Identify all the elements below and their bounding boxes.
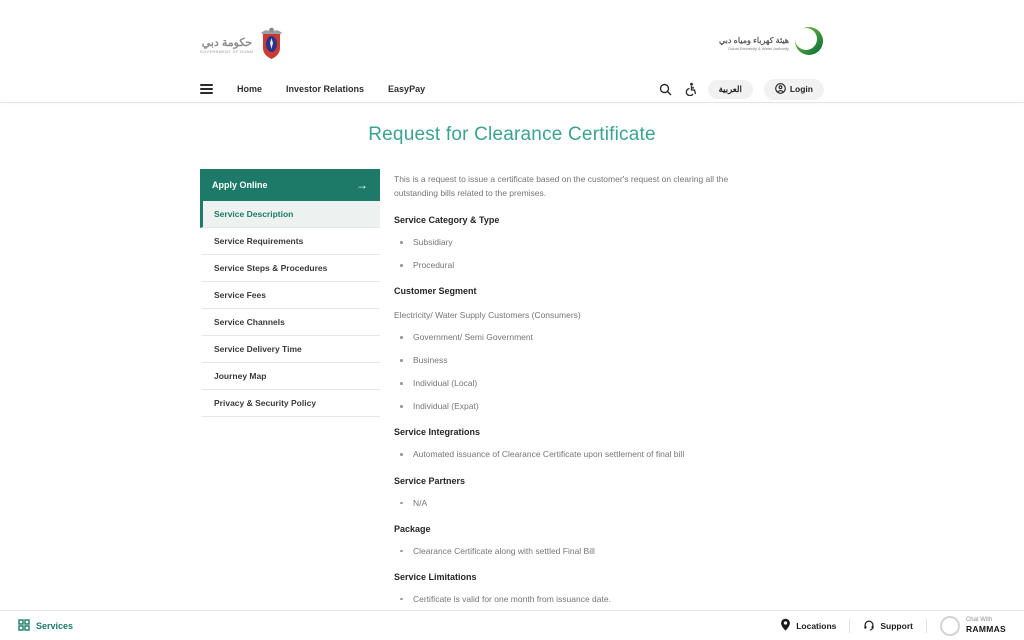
service-partners-list: N/A	[394, 498, 760, 509]
main-content: Request for Clearance Certificate Apply …	[0, 103, 1024, 610]
site-header: حكومة دبي GOVERNMENT OF DUBAI هيئة كهربا…	[0, 0, 1024, 102]
list-item: Individual (Expat)	[394, 401, 760, 412]
list-item: N/A	[394, 498, 760, 509]
apply-online-label: Apply Online	[212, 180, 268, 190]
chat-with-label: Chat With	[965, 616, 993, 623]
sidebar-item-service-steps-procedures[interactable]: Service Steps & Procedures	[200, 255, 380, 282]
rammas-text: Chat With RAMMAS	[966, 617, 1006, 634]
sidebar-item-service-fees[interactable]: Service Fees	[200, 282, 380, 309]
rammas-chat-button[interactable]: Chat With RAMMAS	[939, 615, 1006, 636]
dewa-logo-text: هيئة كهرباء ومياه دبي Dubai Electricity …	[719, 36, 789, 52]
search-icon[interactable]	[659, 83, 672, 96]
footer-separator	[849, 618, 851, 633]
section-heading-service-limitations: Service Limitations	[394, 571, 477, 582]
list-item: Government/ Semi Government	[394, 332, 760, 343]
dewa-logo[interactable]: هيئة كهرباء ومياه دبي Dubai Electricity …	[719, 26, 824, 61]
dubai-crest-icon	[258, 26, 285, 65]
footer-separator	[925, 618, 927, 633]
customer-segment-list: Government/ Semi Government Business Ind…	[394, 332, 760, 412]
section-heading-package: Package	[394, 523, 431, 534]
list-item: Business	[394, 355, 760, 366]
gov-logo-text: حكومة دبي GOVERNMENT OF DUBAI	[200, 37, 254, 54]
headset-icon	[863, 619, 875, 633]
dewa-logo-english: Dubai Electricity & Water Authority	[728, 46, 789, 52]
arrow-right-icon: →	[356, 178, 368, 192]
sidebar-item-service-channels[interactable]: Service Channels	[200, 309, 380, 336]
service-intro-text: This is a request to issue a certificate…	[394, 174, 729, 198]
service-sidebar: Apply Online → Service Description Servi…	[200, 169, 380, 417]
bottom-toolbar: Services Locations Support Chat With RAM…	[0, 610, 1024, 640]
list-item: Clearance Certificate along with settled…	[394, 546, 760, 557]
apply-online-button[interactable]: Apply Online →	[200, 169, 380, 201]
list-item: Automated issuance of Clearance Certific…	[394, 449, 760, 460]
nav-investor-relations[interactable]: Investor Relations	[286, 84, 364, 94]
sidebar-item-service-description[interactable]: Service Description	[200, 201, 380, 228]
nav-easypay[interactable]: EasyPay	[388, 84, 425, 94]
gov-logo-arabic: حكومة دبي	[201, 36, 253, 49]
list-item: Individual (Local)	[394, 378, 760, 389]
service-limitations-list: Certificate is valid for one month from …	[394, 594, 760, 605]
login-label: Login	[789, 84, 813, 94]
hamburger-menu-icon[interactable]	[200, 82, 213, 96]
services-button[interactable]: Services	[18, 618, 74, 633]
support-label: Support	[880, 620, 913, 631]
language-label: العربية	[718, 83, 742, 94]
service-integrations-list: Automated issuance of Clearance Certific…	[394, 449, 760, 460]
login-user-icon	[775, 82, 786, 96]
list-item: Subsidiary	[394, 237, 760, 248]
location-pin-icon	[780, 618, 791, 633]
section-heading-customer-segment: Customer Segment	[394, 286, 477, 297]
main-nav: Home Investor Relations EasyPay العربية	[200, 76, 824, 102]
customer-segment-lead: Electricity/ Water Supply Customers (Con…	[394, 310, 581, 321]
sidebar-item-privacy-security-policy[interactable]: Privacy & Security Policy	[200, 390, 380, 417]
section-heading-category-type: Service Category & Type	[394, 215, 500, 226]
accessibility-icon[interactable]	[683, 82, 697, 96]
language-toggle-arabic[interactable]: العربية	[707, 79, 753, 99]
locations-button[interactable]: Locations	[780, 618, 836, 633]
sidebar-item-journey-map[interactable]: Journey Map	[200, 363, 380, 390]
package-list: Clearance Certificate along with settled…	[394, 546, 760, 557]
category-type-list: Subsidiary Procedural	[394, 237, 760, 271]
sidebar-item-service-delivery-time[interactable]: Service Delivery Time	[200, 336, 380, 363]
section-heading-service-partners: Service Partners	[394, 475, 466, 486]
locations-label: Locations	[796, 620, 837, 631]
rammas-label: RAMMAS	[965, 624, 1006, 634]
services-label: Services	[36, 620, 74, 631]
service-description-content: This is a request to issue a certificate…	[394, 169, 760, 605]
list-item: Procedural	[394, 260, 760, 271]
services-grid-icon	[18, 618, 30, 633]
section-heading-service-integrations: Service Integrations	[394, 427, 481, 438]
support-button[interactable]: Support	[863, 619, 913, 633]
list-item: Certificate is valid for one month from …	[394, 594, 760, 605]
dewa-sphere-icon	[794, 26, 824, 61]
sidebar-item-service-requirements[interactable]: Service Requirements	[200, 228, 380, 255]
dewa-logo-arabic: هيئة كهرباء ومياه دبي	[719, 35, 789, 45]
sidebar-list: Service Description Service Requirements…	[200, 201, 380, 417]
gov-logo-english: GOVERNMENT OF DUBAI	[200, 50, 254, 55]
page-title: Request for Clearance Certificate	[368, 124, 656, 145]
rammas-ring-icon	[939, 615, 960, 636]
government-of-dubai-logo[interactable]: حكومة دبي GOVERNMENT OF DUBAI	[200, 26, 285, 65]
nav-home[interactable]: Home	[237, 84, 262, 94]
login-button[interactable]: Login	[763, 78, 824, 100]
